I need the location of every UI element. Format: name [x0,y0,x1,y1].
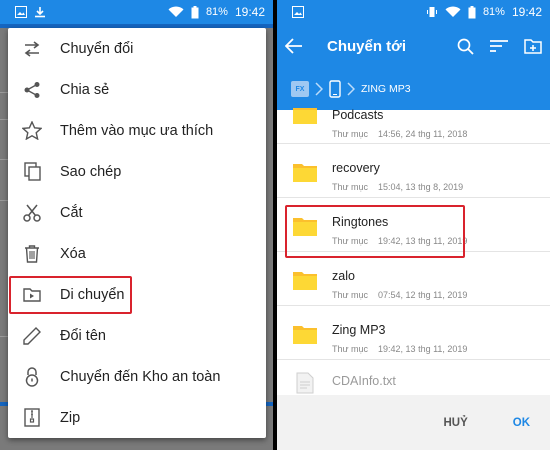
lock-icon [10,366,54,387]
image-icon [292,6,304,18]
zip-icon [10,408,54,427]
folder-icon [293,326,317,344]
list-item[interactable]: Zing MP3 Thư mục 19:42, 13 thg 11, 2019 [277,306,550,360]
file-name: Zing MP3 [332,323,386,337]
context-menu: Chuyển đổi Chia sẻ Thêm vào mục ưa thích… [8,28,266,438]
file-meta: Thư mục 19:42, 13 thg 11, 2019 [332,344,468,354]
menu-item-delete[interactable]: Xóa [8,233,266,274]
breadcrumb-current[interactable]: ZING MP3 [361,83,411,95]
trash-icon [10,244,54,263]
menu-item-label: Xóa [60,245,86,262]
file-name: recovery [332,161,380,175]
folder-icon [293,164,317,182]
menu-item-move[interactable]: Di chuyển [8,274,266,315]
list-item[interactable]: Podcasts Thư mục 14:56, 24 thg 11, 2018 [277,108,550,144]
right-screen: 81% 19:42 Chuyển tới FX ZING MP3 Podcast… [277,0,550,450]
page-title: Chuyển tới [327,37,406,55]
battery-percent: 81% [482,6,505,18]
cancel-button[interactable]: HUỶ [443,417,467,429]
highlight-box [285,205,465,258]
list-item[interactable]: zalo Thư mục 07:54, 12 thg 11, 2019 [277,252,550,306]
file-meta: Thư mục 14:56, 24 thg 11, 2018 [332,129,468,139]
copy-icon [10,162,54,181]
file-name: CDAInfo.txt [332,374,396,388]
pencil-icon [10,326,54,345]
image-icon [15,6,27,18]
wifi-icon [168,6,184,18]
menu-item-zip[interactable]: Zip [8,397,266,438]
chevron-right-icon [347,82,355,96]
battery-icon [191,5,199,19]
menu-item-label: Chuyển đổi [60,40,134,57]
ok-button[interactable]: OK [513,417,530,429]
wifi-icon [445,6,461,18]
new-folder-icon[interactable] [524,38,542,54]
clock: 19:42 [511,5,542,19]
sort-icon[interactable] [490,39,508,53]
list-item[interactable]: recovery Thư mục 15:04, 13 thg 8, 2019 [277,144,550,198]
menu-item-copy[interactable]: Sao chép [8,151,266,192]
file-meta: Thư mục 07:54, 12 thg 11, 2019 [332,290,468,300]
menu-item-convert[interactable]: Chuyển đổi [8,28,266,69]
star-icon [10,121,54,140]
menu-item-label: Zip [60,409,81,426]
status-bar: 81% 19:42 [0,0,273,24]
share-icon [10,81,54,99]
menu-item-rename[interactable]: Đổi tên [8,315,266,356]
phone-storage-icon[interactable] [329,80,341,98]
chevron-right-icon [315,82,323,96]
toolbar: Chuyển tới [277,24,550,68]
menu-item-safe-box[interactable]: Chuyển đến Kho an toàn [8,356,266,397]
swap-icon [10,40,54,57]
menu-item-label: Đổi tên [60,327,106,344]
menu-item-favorite[interactable]: Thêm vào mục ưa thích [8,110,266,151]
menu-item-label: Thêm vào mục ưa thích [60,122,214,139]
battery-icon [468,5,476,19]
search-icon[interactable] [457,38,474,55]
folder-icon [293,272,317,290]
menu-item-label: Chia sẻ [60,81,110,98]
list-item[interactable]: CDAInfo.txt [277,360,550,395]
file-meta: Thư mục 15:04, 13 thg 8, 2019 [332,182,464,192]
menu-item-share[interactable]: Chia sẻ [8,69,266,110]
menu-item-label: Chuyển đến Kho an toàn [60,368,221,385]
highlight-box [9,276,132,314]
menu-item-label: Cắt [60,204,83,221]
folder-icon [293,108,317,124]
file-name: zalo [332,269,355,283]
clock: 19:42 [234,5,265,19]
text-file-icon [296,372,314,394]
status-bar: 81% 19:42 [277,0,550,24]
back-arrow-icon[interactable] [285,38,303,54]
menu-item-label: Sao chép [60,163,122,180]
dialog-footer: HUỶ OK [277,395,550,450]
file-name: Podcasts [332,108,384,122]
left-screen: 81% 19:42 Chuyển đổi Chia sẻ Thêm vào mụ… [0,0,273,450]
breadcrumb: FX ZING MP3 [277,68,550,110]
battery-percent: 81% [205,6,228,18]
app-home-icon[interactable]: FX [291,81,309,97]
download-icon [34,6,46,18]
vibrate-icon [426,6,438,18]
scissors-icon [10,204,54,222]
menu-item-cut[interactable]: Cắt [8,192,266,233]
